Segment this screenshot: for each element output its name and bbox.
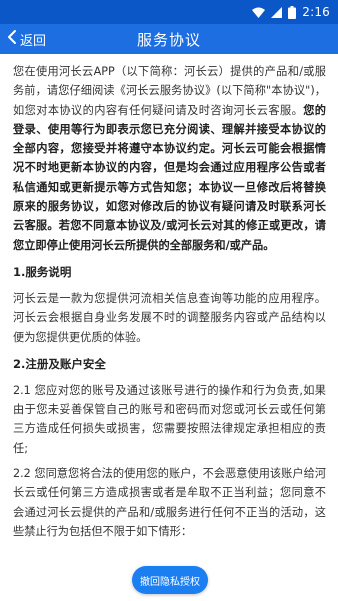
back-button[interactable]: 返回 xyxy=(6,24,46,54)
back-label: 返回 xyxy=(20,33,47,49)
section-1-title: 1.服务说明 xyxy=(13,264,72,279)
agreement-content[interactable]: 您在使用河长云APP（以下简称：河长云）提供的产品和/或服务前，请您仔细阅读《河… xyxy=(0,54,338,601)
chevron-left-icon xyxy=(6,29,18,49)
status-bar: 2:16 xyxy=(0,0,338,24)
intro-bold-text: 您的登录、使用等行为即表示您已充分阅读、理解并接受本协议的全部内容，您接受并将遵… xyxy=(13,103,326,252)
signal-icon xyxy=(271,6,283,18)
section-2-title: 2.注册及账户安全 xyxy=(13,356,106,371)
intro-normal-text: 您在使用河长云APP（以下简称：河长云）提供的产品和/或服务前，请您仔细阅读《河… xyxy=(13,65,326,117)
section-1-text: 河长云是一款为您提供河流相关信息查询等功能的应用程序。河长云会根据自身业务发展不… xyxy=(13,291,326,344)
revoke-privacy-button[interactable]: 撤回隐私授权 xyxy=(132,566,208,594)
section-2-1-text: 2.1 您应对您的账号及通过该账号进行的操作和行为负责,如果由于您未妥善保管自己… xyxy=(13,383,326,455)
intro-paragraph: 您在使用河长云APP（以下简称：河长云）提供的产品和/或服务前，请您仔细阅读《河… xyxy=(13,62,326,255)
page-title: 服务协议 xyxy=(136,30,201,49)
section-2-2-text: 2.2 您同意您将合法的使用您的账户，不会恶意使用该账户给河长云或任何第三方造成… xyxy=(13,467,326,538)
status-time: 2:16 xyxy=(302,5,330,19)
wifi-icon xyxy=(252,7,266,18)
title-bar: 返回 服务协议 xyxy=(0,24,338,54)
battery-icon xyxy=(288,5,297,19)
